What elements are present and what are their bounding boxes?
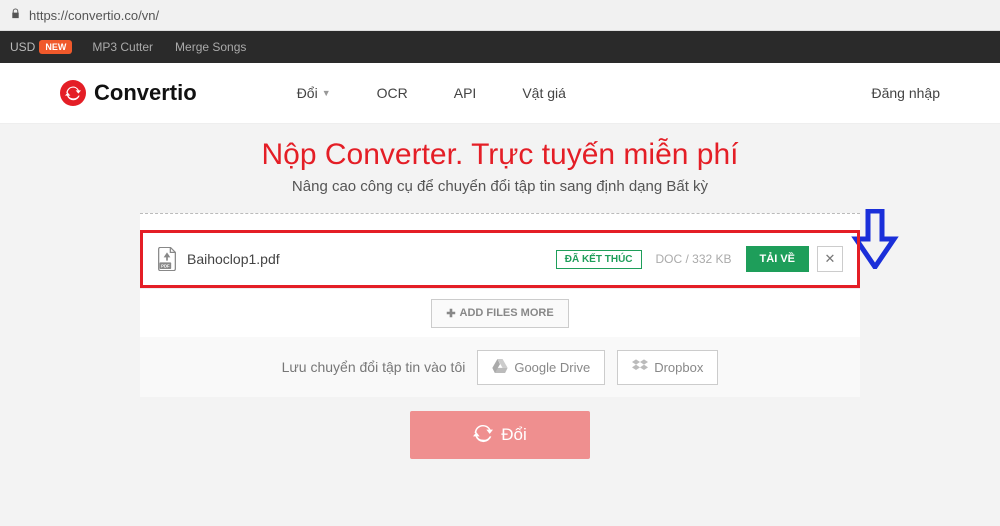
- svg-text:PDF: PDF: [161, 263, 170, 268]
- status-badge: ĐÃ KẾT THÚC: [556, 250, 642, 269]
- brand-name: Convertio: [94, 80, 197, 106]
- add-files-button[interactable]: ✚ ADD FILES MORE: [431, 299, 568, 328]
- google-drive-icon: [492, 359, 508, 376]
- brand-logo[interactable]: Convertio: [60, 80, 197, 106]
- convertio-logo-icon: [60, 80, 86, 106]
- plus-icon: ✚: [446, 307, 455, 320]
- conversion-panel: PDF Baihoclop1.pdf ĐÃ KẾT THÚC DOC / 332…: [140, 213, 860, 397]
- merge-songs-link[interactable]: Merge Songs: [175, 40, 246, 54]
- browser-address-bar: https://convertio.co/vn/: [0, 0, 1000, 31]
- convert-button[interactable]: Đổi: [410, 411, 590, 459]
- remove-file-button[interactable]: ✕: [817, 246, 843, 272]
- add-files-row: ✚ ADD FILES MORE: [140, 288, 860, 337]
- currency-label[interactable]: USD: [10, 40, 35, 54]
- nav-pricing[interactable]: Vật giá: [522, 85, 566, 101]
- new-badge: NEW: [39, 40, 72, 54]
- close-icon: ✕: [825, 251, 836, 267]
- page-title: Nộp Converter. Trực tuyến miễn phí: [0, 138, 1000, 172]
- address-url[interactable]: https://convertio.co/vn/: [29, 8, 990, 23]
- nav-convert[interactable]: Đổi ▼: [297, 85, 331, 101]
- login-link[interactable]: Đăng nhập: [871, 85, 940, 101]
- main-navbar: Convertio Đổi ▼ OCR API Vật giá Đăng nhậ…: [0, 63, 1000, 124]
- top-utility-bar: USD NEW MP3 Cutter Merge Songs: [0, 31, 1000, 63]
- file-meta: DOC / 332 KB: [656, 252, 732, 266]
- file-row: PDF Baihoclop1.pdf ĐÃ KẾT THÚC DOC / 332…: [140, 230, 860, 288]
- google-drive-button[interactable]: Google Drive: [477, 350, 605, 385]
- main-content: Nộp Converter. Trực tuyến miễn phí Nâng …: [0, 124, 1000, 526]
- file-name: Baihoclop1.pdf: [187, 251, 280, 267]
- save-label: Lưu chuyển đổi tập tin vào tôi: [282, 359, 466, 375]
- pdf-file-icon: PDF: [157, 247, 177, 271]
- dropbox-icon: [632, 359, 648, 376]
- save-destination-row: Lưu chuyển đổi tập tin vào tôi Google Dr…: [140, 337, 860, 397]
- page-subtitle: Nâng cao công cụ để chuyển đổi tập tin s…: [0, 178, 1000, 195]
- nav-api[interactable]: API: [454, 85, 477, 101]
- dropbox-button[interactable]: Dropbox: [617, 350, 718, 385]
- lock-icon: [10, 7, 21, 23]
- mp3-cutter-link[interactable]: MP3 Cutter: [92, 40, 153, 54]
- chevron-down-icon: ▼: [322, 88, 331, 98]
- download-button[interactable]: TẢI VỀ: [746, 246, 809, 272]
- dashed-divider: [140, 213, 860, 230]
- convert-icon: [473, 423, 493, 448]
- nav-ocr[interactable]: OCR: [377, 85, 408, 101]
